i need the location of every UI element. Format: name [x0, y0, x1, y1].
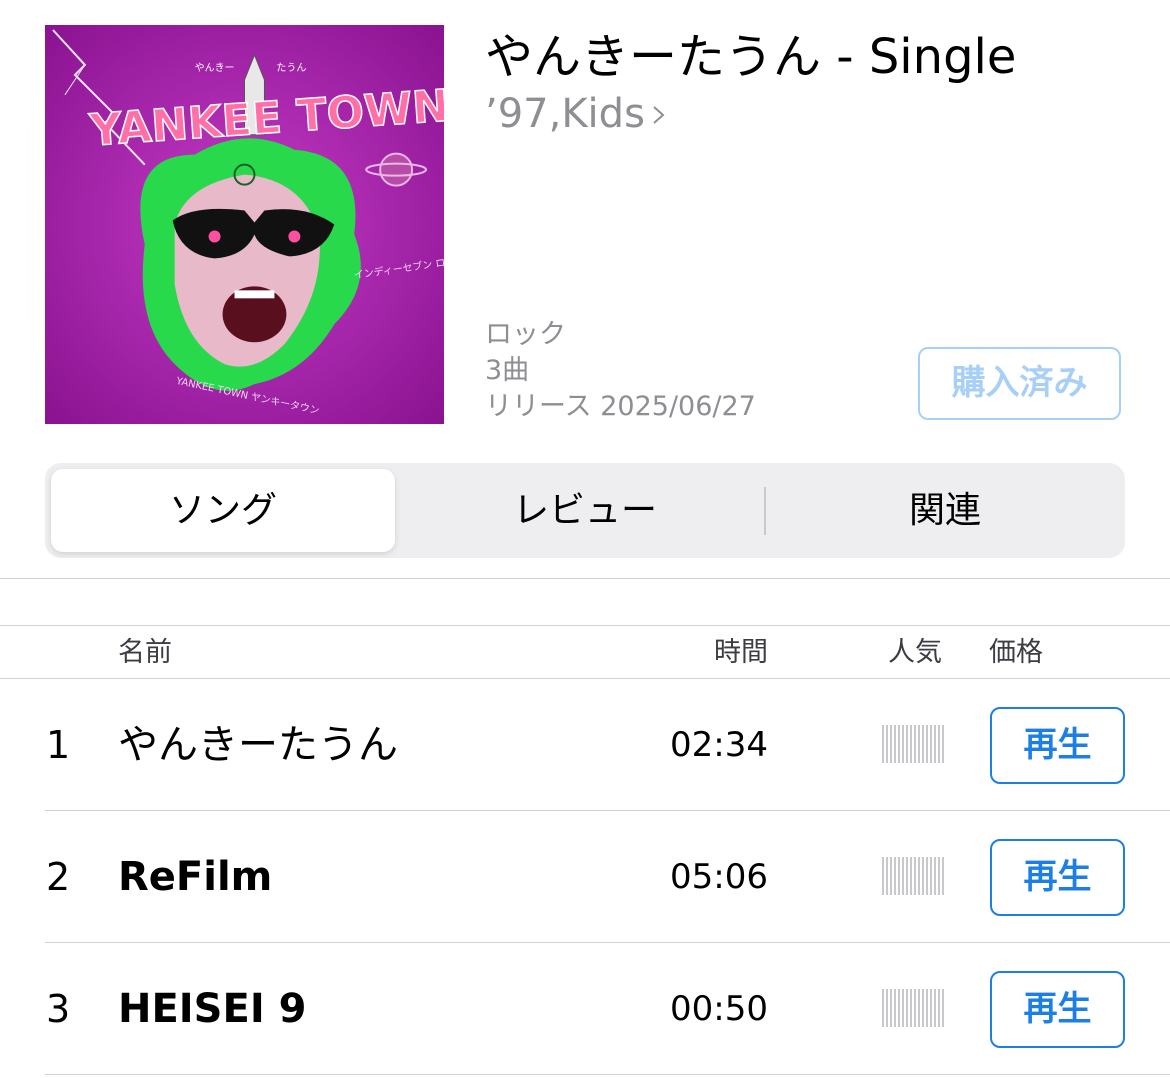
column-header-popularity[interactable]: 人気	[888, 636, 942, 670]
artist-name: ’97,Kids	[485, 91, 645, 137]
divider	[0, 625, 1170, 626]
artwork-text-right: たうん	[276, 62, 306, 74]
play-button[interactable]: 再生	[990, 707, 1125, 784]
play-button[interactable]: 再生	[990, 839, 1125, 916]
column-header-time[interactable]: 時間	[714, 636, 768, 670]
track-number: 1	[46, 723, 71, 767]
table-row[interactable]: 2 ReFilm 05:06 再生	[0, 811, 1170, 943]
album-release-date: リリース 2025/06/27	[485, 391, 756, 422]
column-header-name[interactable]: 名前	[118, 636, 172, 670]
table-row[interactable]: 1 やんきーたうん 02:34 再生	[0, 679, 1170, 811]
album-genre: ロック	[485, 319, 566, 350]
album-track-count: 3曲	[485, 355, 530, 386]
tab-related[interactable]: 関連	[765, 463, 1125, 558]
row-divider	[45, 1074, 1170, 1075]
table-row[interactable]: 3 HEISEI 9 00:50 再生	[0, 943, 1170, 1075]
artwork-text-left: やんきー	[195, 62, 235, 74]
track-duration: 00:50	[670, 989, 768, 1029]
album-page: やんきー たうん YANKEE TOWN インディーセブン ロッポー YANKE…	[0, 0, 1170, 1078]
play-button[interactable]: 再生	[990, 971, 1125, 1048]
album-artwork-image: やんきー たうん YANKEE TOWN インディーセブン ロッポー YANKE…	[45, 25, 444, 424]
purchased-button[interactable]: 購入済み	[918, 347, 1121, 420]
popularity-bar-icon	[882, 857, 944, 895]
chevron-right-icon	[653, 106, 665, 124]
artist-link[interactable]: ’97,Kids	[485, 90, 667, 138]
tab-songs[interactable]: ソング	[51, 469, 395, 552]
divider	[0, 578, 1170, 579]
album-artwork[interactable]: やんきー たうん YANKEE TOWN インディーセブン ロッポー YANKE…	[45, 25, 444, 424]
track-duration: 05:06	[670, 857, 768, 897]
column-header-price[interactable]: 価格	[989, 636, 1043, 670]
track-name: やんきーたうん	[118, 722, 398, 768]
segmented-control: ソング レビュー 関連	[45, 463, 1125, 558]
tab-reviews[interactable]: レビュー	[405, 463, 765, 558]
track-number: 2	[46, 855, 71, 899]
popularity-bar-icon	[882, 989, 944, 1027]
album-title: やんきーたうん - Single	[485, 29, 1017, 85]
track-name: ReFilm	[118, 854, 273, 900]
track-number: 3	[46, 987, 71, 1031]
track-duration: 02:34	[670, 725, 768, 765]
popularity-bar-icon	[882, 725, 944, 763]
track-name: HEISEI 9	[118, 986, 307, 1032]
